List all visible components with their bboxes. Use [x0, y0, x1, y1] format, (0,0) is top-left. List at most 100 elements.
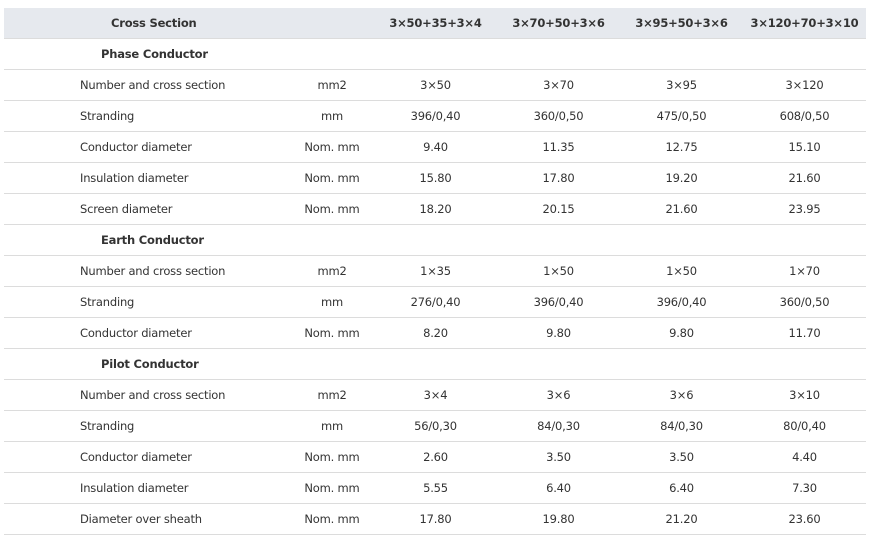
unit-cell: Nom. mm: [290, 441, 374, 473]
value-cell: 396/0,40: [497, 286, 620, 318]
value-cell: 3.50: [620, 441, 743, 473]
value-cell: 12.75: [620, 131, 743, 163]
value-cell: 20.15: [497, 193, 620, 225]
section-blank-cell: [743, 348, 866, 380]
value-cell: 11.35: [497, 131, 620, 163]
value-cell: 17.80: [374, 503, 497, 535]
value-cell: 276/0,40: [374, 286, 497, 318]
value-cell: 23.60: [743, 503, 866, 535]
value-cell: 396/0,40: [620, 286, 743, 318]
parameter-cell: Number and cross section: [4, 379, 290, 411]
value-cell: 18.20: [374, 193, 497, 225]
section-blank-cell: [497, 348, 620, 380]
value-cell: 6.40: [497, 472, 620, 504]
section-blank-cell: [620, 224, 743, 256]
value-cell: 1×70: [743, 255, 866, 287]
section-title: Pilot Conductor: [4, 348, 290, 380]
section-row: Phase Conductor: [4, 38, 866, 70]
section-blank-cell: [743, 38, 866, 70]
value-cell: 360/0,50: [743, 286, 866, 318]
table-row: Number and cross section mm2 3×50 3×70 3×95 3…: [4, 69, 866, 101]
table-row: Conductor diameter Nom. mm 8.20 9.80 9.80 11.…: [4, 317, 866, 349]
value-cell: 80/0,40: [743, 410, 866, 442]
value-cell: 17.80: [497, 162, 620, 194]
value-cell: 3×6: [620, 379, 743, 411]
table-row: Stranding mm 276/0,40 396/0,40 396/0,40 360/0…: [4, 286, 866, 318]
parameter-cell: Insulation diameter: [4, 162, 290, 194]
value-cell: 3×10: [743, 379, 866, 411]
value-cell: 84/0,30: [620, 410, 743, 442]
value-cell: 3×120: [743, 69, 866, 101]
value-cell: 21.60: [620, 193, 743, 225]
header-row: Cross Section 3×50+35+3×4 3×70+50+3×6 3×…: [4, 8, 866, 39]
cable-spec-table: Cross Section 3×50+35+3×4 3×70+50+3×6 3×…: [4, 8, 866, 535]
unit-cell: mm: [290, 100, 374, 132]
value-cell: 15.80: [374, 162, 497, 194]
parameter-cell: Insulation diameter: [4, 472, 290, 504]
table-row: Conductor diameter Nom. mm 2.60 3.50 3.50 4.4…: [4, 441, 866, 473]
table-row: Stranding mm 396/0,40 360/0,50 475/0,50 608/0…: [4, 100, 866, 132]
value-cell: 21.60: [743, 162, 866, 194]
column-header: 3×70+50+3×6: [497, 8, 620, 39]
section-blank-cell: [497, 224, 620, 256]
parameter-cell: Stranding: [4, 100, 290, 132]
parameter-cell: Conductor diameter: [4, 441, 290, 473]
table-row: Stranding mm 56/0,30 84/0,30 84/0,30 80/0,40: [4, 410, 866, 442]
table-header: Cross Section 3×50+35+3×4 3×70+50+3×6 3×…: [4, 8, 866, 39]
parameter-cell: Diameter over sheath: [4, 503, 290, 535]
unit-cell: Nom. mm: [290, 503, 374, 535]
unit-cell: Nom. mm: [290, 193, 374, 225]
table-row: Diameter over sheath Nom. mm 17.80 19.80 21.…: [4, 503, 866, 535]
section-blank-cell: [743, 224, 866, 256]
value-cell: 3×95: [620, 69, 743, 101]
section-title: Phase Conductor: [4, 38, 290, 70]
table-row: Insulation diameter Nom. mm 15.80 17.80 19.2…: [4, 162, 866, 194]
table-body: Phase Conductor Number and cross section m…: [4, 38, 866, 535]
section-blank-cell: [374, 224, 497, 256]
value-cell: 9.80: [497, 317, 620, 349]
unit-cell: mm2: [290, 69, 374, 101]
parameter-cell: Screen diameter: [4, 193, 290, 225]
section-row: Earth Conductor: [4, 224, 866, 256]
value-cell: 5.55: [374, 472, 497, 504]
section-title: Earth Conductor: [4, 224, 290, 256]
value-cell: 6.40: [620, 472, 743, 504]
section-blank-cell: [374, 348, 497, 380]
value-cell: 1×50: [497, 255, 620, 287]
unit-cell: Nom. mm: [290, 317, 374, 349]
value-cell: 9.80: [620, 317, 743, 349]
section-blank-cell: [290, 38, 374, 70]
unit-cell: Nom. mm: [290, 162, 374, 194]
table-row: Insulation diameter Nom. mm 5.55 6.40 6.40 7.…: [4, 472, 866, 504]
value-cell: 7.30: [743, 472, 866, 504]
value-cell: 19.20: [620, 162, 743, 194]
section-blank-cell: [620, 348, 743, 380]
value-cell: 15.10: [743, 131, 866, 163]
table-row: Screen diameter Nom. mm 18.20 20.15 21.60 23.…: [4, 193, 866, 225]
column-header: 3×95+50+3×6: [620, 8, 743, 39]
unit-cell: mm: [290, 286, 374, 318]
value-cell: 21.20: [620, 503, 743, 535]
value-cell: 3.50: [497, 441, 620, 473]
value-cell: 1×50: [620, 255, 743, 287]
unit-cell: mm: [290, 410, 374, 442]
value-cell: 56/0,30: [374, 410, 497, 442]
value-cell: 360/0,50: [497, 100, 620, 132]
value-cell: 2.60: [374, 441, 497, 473]
parameter-cell: Number and cross section: [4, 69, 290, 101]
column-header: 3×120+70+3×10: [743, 8, 866, 39]
value-cell: 475/0,50: [620, 100, 743, 132]
column-header: 3×50+35+3×4: [374, 8, 497, 39]
section-blank-cell: [374, 38, 497, 70]
table-row: Number and cross section mm2 3×4 3×6 3×6 3×10: [4, 379, 866, 411]
unit-cell: mm2: [290, 255, 374, 287]
parameter-cell: Conductor diameter: [4, 131, 290, 163]
value-cell: 11.70: [743, 317, 866, 349]
section-blank-cell: [290, 224, 374, 256]
unit-cell: mm2: [290, 379, 374, 411]
value-cell: 9.40: [374, 131, 497, 163]
value-cell: 3×70: [497, 69, 620, 101]
section-row: Pilot Conductor: [4, 348, 866, 380]
value-cell: 3×4: [374, 379, 497, 411]
value-cell: 608/0,50: [743, 100, 866, 132]
